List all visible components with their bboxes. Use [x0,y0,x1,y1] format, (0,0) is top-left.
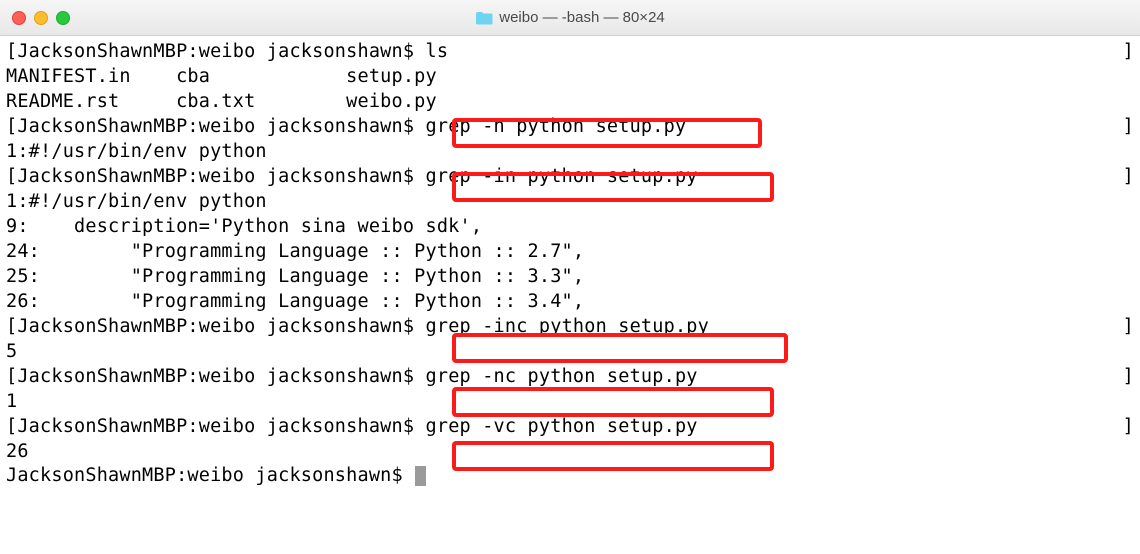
terminal-line: [JacksonShawnMBP:weibo jacksonshawn$ ls] [6,40,1134,65]
folder-icon [475,11,493,25]
bracket-right: ] [1123,365,1134,390]
shell-command: grep -nc python setup.py [426,366,698,387]
traffic-lights [12,11,70,25]
terminal-output: 9: description='Python sina weibo sdk', [6,215,1134,240]
terminal-line: [JacksonShawnMBP:weibo jacksonshawn$ gre… [6,315,1134,340]
shell-prompt: JacksonShawnMBP:weibo jacksonshawn$ [6,465,414,486]
prompt-and-command: [JacksonShawnMBP:weibo jacksonshawn$ gre… [6,365,698,390]
maximize-icon[interactable] [56,11,70,25]
terminal-output: 1:#!/usr/bin/env python [6,190,1134,215]
prompt-and-command: [JacksonShawnMBP:weibo jacksonshawn$ gre… [6,415,698,440]
shell-command: ls [426,41,449,62]
shell-prompt: JacksonShawnMBP:weibo jacksonshawn$ [17,166,425,187]
shell-prompt: JacksonShawnMBP:weibo jacksonshawn$ [17,41,425,62]
bracket-left: [ [6,416,17,437]
shell-command: grep -inc python setup.py [426,316,709,337]
terminal-output: 24: "Programming Language :: Python :: 2… [6,240,1134,265]
window-titlebar: weibo — -bash — 80×24 [0,0,1140,36]
terminal-output: 26 [6,440,1134,465]
terminal-output: 1 [6,390,1134,415]
window-title: weibo — -bash — 80×24 [0,9,1140,26]
terminal-line: [JacksonShawnMBP:weibo jacksonshawn$ gre… [6,115,1134,140]
terminal-line: [JacksonShawnMBP:weibo jacksonshawn$ gre… [6,365,1134,390]
prompt-and-command: [JacksonShawnMBP:weibo jacksonshawn$ ls [6,40,448,65]
window-title-text: weibo — -bash — 80×24 [499,9,665,26]
prompt-and-command: [JacksonShawnMBP:weibo jacksonshawn$ gre… [6,115,686,140]
minimize-icon[interactable] [34,11,48,25]
cursor-icon [415,466,426,486]
terminal-output: 5 [6,340,1134,365]
shell-prompt: JacksonShawnMBP:weibo jacksonshawn$ [17,316,425,337]
bracket-right: ] [1123,415,1134,440]
prompt-and-command: [JacksonShawnMBP:weibo jacksonshawn$ gre… [6,315,709,340]
terminal-line: JacksonShawnMBP:weibo jacksonshawn$ [6,464,1134,489]
bracket-left: [ [6,116,17,137]
shell-prompt: JacksonShawnMBP:weibo jacksonshawn$ [17,116,425,137]
shell-command: grep -n python setup.py [426,116,687,137]
shell-prompt: JacksonShawnMBP:weibo jacksonshawn$ [17,366,425,387]
terminal-output: 1:#!/usr/bin/env python [6,140,1134,165]
terminal-output: 25: "Programming Language :: Python :: 3… [6,265,1134,290]
terminal-output: README.rst cba.txt weibo.py [6,90,1134,115]
terminal-output: 26: "Programming Language :: Python :: 3… [6,290,1134,315]
terminal-content[interactable]: [JacksonShawnMBP:weibo jacksonshawn$ ls]… [0,36,1140,493]
bracket-right: ] [1123,315,1134,340]
bracket-right: ] [1123,115,1134,140]
close-icon[interactable] [12,11,26,25]
shell-command: grep -in python setup.py [426,166,698,187]
shell-prompt: JacksonShawnMBP:weibo jacksonshawn$ [17,416,425,437]
shell-command: grep -vc python setup.py [426,416,698,437]
bracket-left: [ [6,366,17,387]
bracket-left: [ [6,41,17,62]
terminal-line: [JacksonShawnMBP:weibo jacksonshawn$ gre… [6,165,1134,190]
bracket-right: ] [1123,165,1134,190]
bracket-right: ] [1123,40,1134,65]
prompt-and-command: [JacksonShawnMBP:weibo jacksonshawn$ gre… [6,165,698,190]
terminal-line: [JacksonShawnMBP:weibo jacksonshawn$ gre… [6,415,1134,440]
bracket-left: [ [6,166,17,187]
bracket-left: [ [6,316,17,337]
terminal-output: MANIFEST.in cba setup.py [6,65,1134,90]
